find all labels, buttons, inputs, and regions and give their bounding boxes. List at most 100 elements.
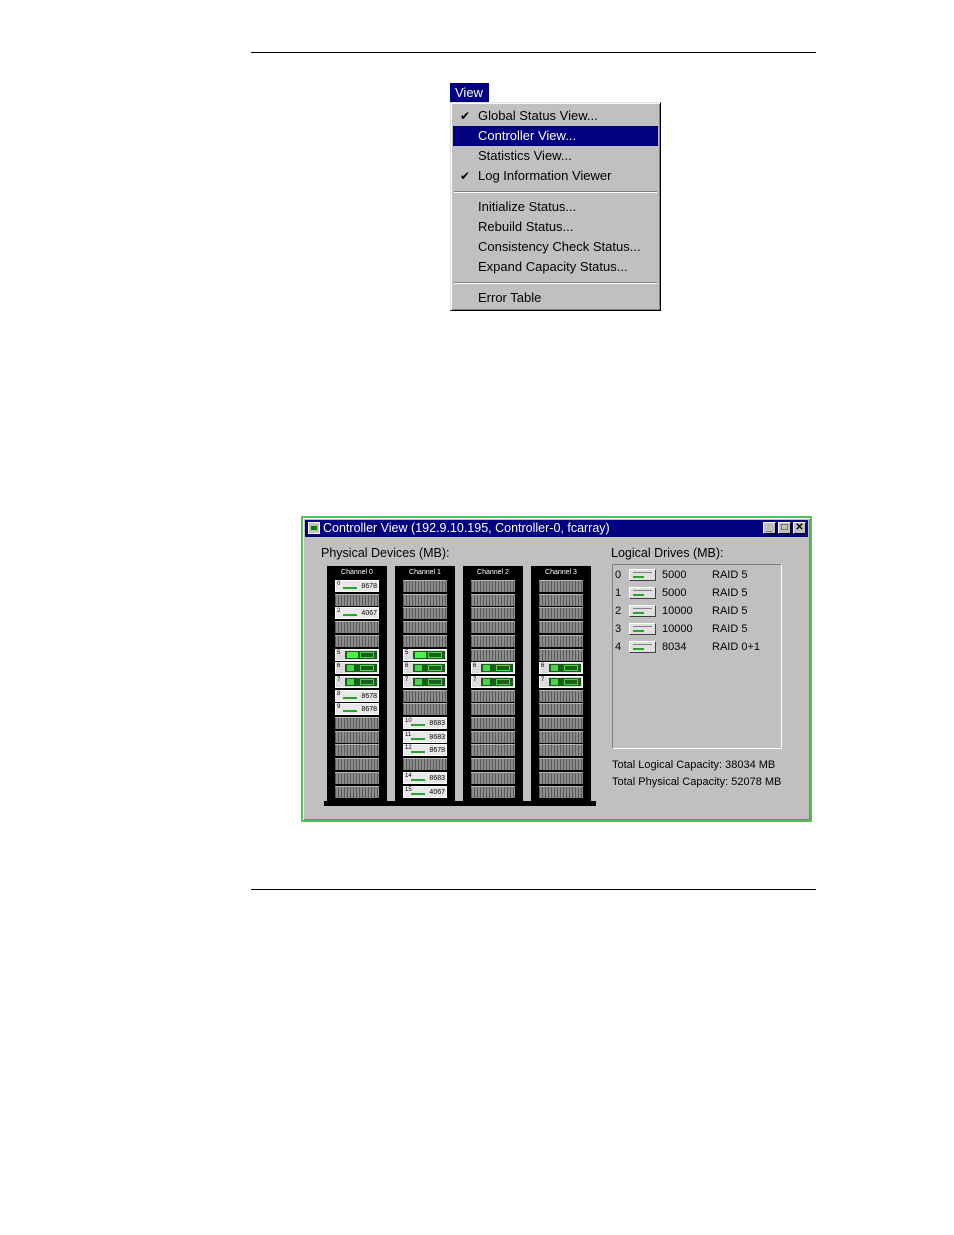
drive-target-id: 0 [337, 581, 341, 587]
physical-drive-slot[interactable]: 15 4067 [403, 785, 447, 798]
maximize-button[interactable]: □ [778, 522, 791, 534]
logical-drive-row[interactable]: 1 5000 RAID 5 [613, 585, 781, 603]
empty-drive-bay [403, 593, 447, 606]
logical-drive-row[interactable]: 2 10000 RAID 5 [613, 603, 781, 621]
menu-item-initialize-status[interactable]: Initialize Status... [453, 197, 658, 217]
empty-drive-bay [471, 689, 515, 702]
empty-drive-bay [403, 634, 447, 647]
channel-0-rack[interactable]: Channel 0 0 8678 2 4067 5 6 7 8 8678 9 8678 [327, 566, 387, 802]
physical-drive-slot[interactable]: 9 8678 [335, 703, 379, 716]
drive-status-bar [343, 710, 357, 713]
checkmark-icon: ✔ [460, 109, 471, 123]
physical-drive-slot[interactable]: 2 4067 [335, 607, 379, 620]
bottom-rule [251, 889, 816, 890]
logical-drive-id: 0 [615, 569, 622, 581]
menu-item-label: Expand Capacity Status... [478, 259, 628, 274]
drive-capacity: 4067 [361, 610, 377, 618]
close-button[interactable]: ✕ [793, 522, 806, 534]
physical-drive-slot[interactable]: 5 [403, 648, 447, 661]
logical-drive-row[interactable]: 0 5000 RAID 5 [613, 567, 781, 585]
empty-drive-bay [471, 730, 515, 743]
menu-item-consistency-check-status[interactable]: Consistency Check Status... [453, 237, 658, 257]
logical-drive-icon [629, 569, 656, 581]
menu-item-global-status-view[interactable]: ✔ Global Status View... [453, 106, 658, 126]
window-titlebar[interactable]: Controller View (192.9.10.195, Controlle… [305, 520, 808, 537]
minimize-button[interactable]: _ [763, 522, 776, 534]
logical-drive-row[interactable]: 3 10000 RAID 5 [613, 621, 781, 639]
physical-drive-slot[interactable]: 8 8678 [335, 689, 379, 702]
menu-item-label: Initialize Status... [478, 199, 577, 214]
logical-drive-raid: RAID 5 [712, 569, 748, 581]
drive-target-id: 7 [405, 676, 409, 683]
drive-target-id: 6 [337, 663, 341, 670]
menu-item-expand-capacity-status[interactable]: Expand Capacity Status... [453, 257, 658, 277]
drive-online-icon [483, 665, 490, 672]
drive-target-id: 7 [337, 676, 341, 683]
channel-3-rack[interactable]: Channel 3 6 7 [531, 566, 591, 802]
drive-target-id: 7 [473, 676, 477, 683]
channel-2-rack[interactable]: Channel 2 6 7 [463, 566, 523, 802]
drive-online-icon [483, 678, 490, 685]
logical-drive-icon [629, 605, 656, 617]
total-logical-capacity: Total Logical Capacity: 38034 MB [612, 759, 776, 771]
empty-drive-bay [471, 621, 515, 634]
drive-online-icon [564, 665, 578, 672]
physical-drive-slot[interactable]: 7 [335, 675, 379, 688]
physical-drive-slot[interactable]: 6 [335, 662, 379, 675]
logical-drives-list[interactable]: 0 5000 RAID 5 1 5000 RAID 5 2 10000 RAID… [612, 564, 782, 749]
menu-item-label: Controller View... [478, 128, 577, 143]
app-icon [308, 522, 320, 534]
physical-drive-slot[interactable]: 5 [335, 648, 379, 661]
empty-drive-bay [335, 593, 379, 606]
physical-drive-slot[interactable]: 14 8683 [403, 771, 447, 784]
channel-label: Channel 0 [341, 569, 373, 576]
drive-status-bar [343, 614, 357, 617]
menu-item-error-table[interactable]: Error Table [453, 288, 658, 308]
menu-item-log-information-viewer[interactable]: ✔ Log Information Viewer [453, 166, 658, 186]
drive-online-icon [551, 665, 558, 672]
logical-drive-size: 10000 [662, 605, 693, 617]
logical-drive-raid: RAID 5 [712, 605, 748, 617]
drive-target-id: 2 [337, 608, 341, 615]
channel-1-rack[interactable]: Channel 1 5 6 7 10 8683 11 8683 12 8678 14 8683 15 4… [395, 566, 455, 802]
menu-item-rebuild-status[interactable]: Rebuild Status... [453, 217, 658, 237]
physical-drive-slot[interactable]: 7 [471, 675, 515, 688]
drive-online-icon [347, 678, 354, 685]
empty-drive-bay [335, 730, 379, 743]
physical-drive-slot[interactable]: 10 8683 [403, 717, 447, 729]
drive-target-id: 6 [473, 663, 477, 670]
logical-drive-raid: RAID 5 [712, 623, 748, 635]
empty-drive-bay [335, 717, 379, 729]
channel-label: Channel 2 [477, 569, 509, 576]
menu-item-label: Consistency Check Status... [478, 239, 641, 254]
logical-drive-size: 5000 [662, 587, 687, 599]
physical-devices-label: Physical Devices (MB): [321, 546, 450, 560]
menu-item-controller-view[interactable]: Controller View... [453, 126, 658, 146]
physical-drive-slot[interactable]: 6 [471, 662, 515, 675]
empty-drive-bay [335, 744, 379, 757]
drive-status-bar [411, 724, 425, 726]
logical-drive-row[interactable]: 4 8034 RAID 0+1 [613, 639, 781, 657]
drive-status-bar [411, 792, 425, 795]
empty-drive-bay [335, 621, 379, 634]
drive-target-id: 6 [405, 663, 409, 670]
physical-drive-slot[interactable]: 11 8683 [403, 730, 447, 743]
physical-drive-slot[interactable]: 6 [539, 662, 583, 675]
physical-drive-slot[interactable]: 7 [539, 675, 583, 688]
empty-drive-bay [539, 580, 583, 592]
empty-drive-bay [471, 744, 515, 757]
drive-online-icon [415, 651, 426, 658]
drive-capacity: 8678 [429, 747, 445, 755]
controller-view-window: Controller View (192.9.10.195, Controlle… [301, 516, 812, 822]
physical-drive-slot[interactable]: 7 [403, 675, 447, 688]
physical-drive-slot[interactable]: 6 [403, 662, 447, 675]
menu-item-label: Global Status View... [478, 108, 598, 123]
empty-drive-bay [539, 607, 583, 620]
drive-target-id: 5 [405, 649, 409, 656]
physical-drive-slot[interactable]: 12 8678 [403, 744, 447, 757]
menu-item-statistics-view[interactable]: Statistics View... [453, 146, 658, 166]
physical-drive-slot[interactable]: 0 8678 [335, 580, 379, 592]
logical-drive-icon [629, 641, 656, 653]
view-menu-title[interactable]: View [450, 83, 489, 102]
drive-online-icon [564, 678, 578, 685]
